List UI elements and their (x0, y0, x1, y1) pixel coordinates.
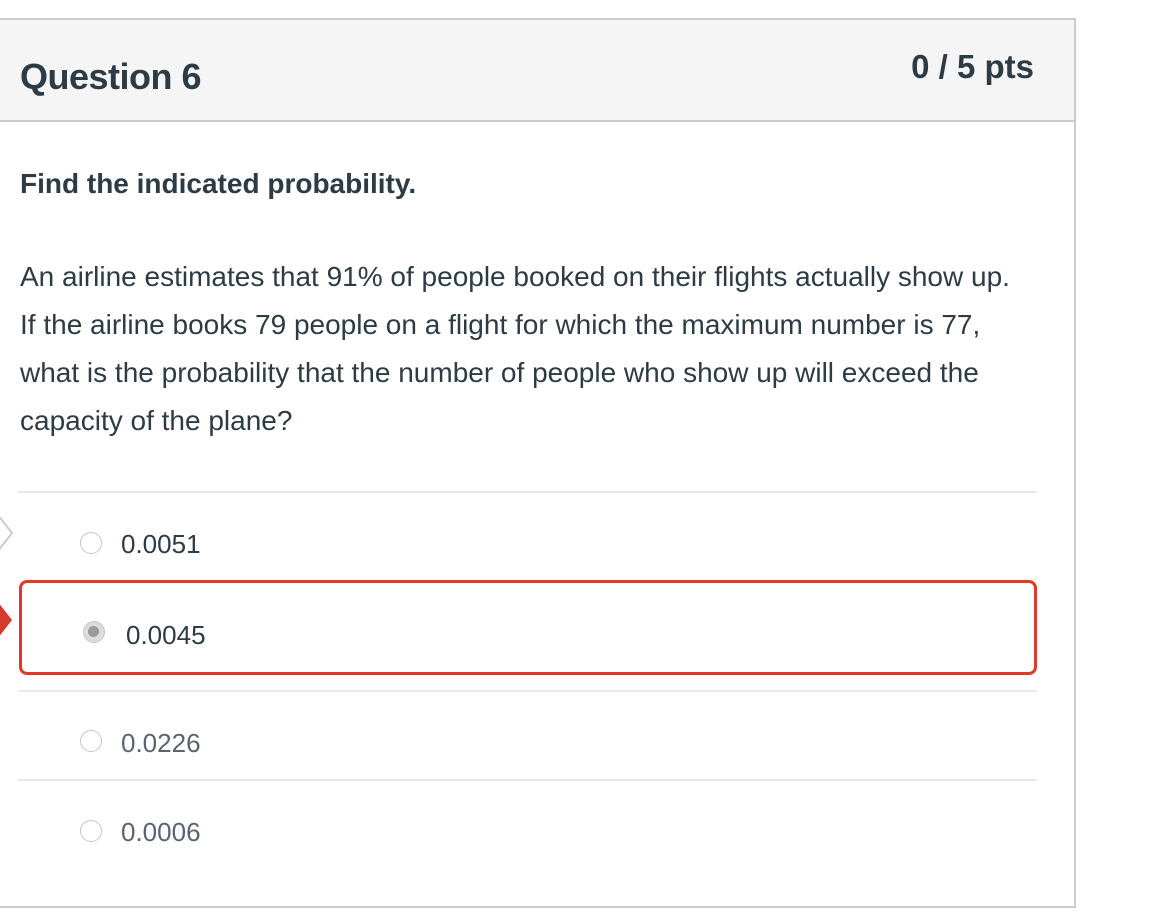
answer-option-1[interactable]: 0.0051 (18, 499, 1037, 589)
answer-option-2[interactable]: 0.0045 (19, 580, 1037, 675)
answer-option-4[interactable]: 0.0006 (18, 786, 1037, 876)
answer-option-3[interactable]: 0.0226 (18, 697, 1037, 787)
answer-label: 0.0051 (121, 529, 201, 559)
question-header: Question 6 0 / 5 pts (0, 20, 1074, 122)
question-text: An airline estimates that 91% of people … (20, 261, 1010, 436)
question-instruction: Find the indicated probability. (20, 168, 417, 199)
answer-label: 0.0045 (126, 620, 206, 650)
divider (18, 690, 1037, 692)
answer-label: 0.0006 (121, 817, 201, 847)
radio-button[interactable] (80, 730, 102, 752)
radio-button[interactable] (80, 820, 102, 842)
divider (18, 779, 1037, 781)
radio-button[interactable] (80, 532, 102, 554)
red-arrow-icon (0, 604, 12, 636)
question-points: 0 / 5 pts (911, 48, 1034, 85)
divider (18, 491, 1037, 493)
outline-arrow-icon (0, 516, 14, 550)
question-title: Question 6 (20, 56, 202, 97)
radio-button-selected[interactable] (83, 621, 105, 643)
answer-label: 0.0226 (121, 728, 201, 758)
